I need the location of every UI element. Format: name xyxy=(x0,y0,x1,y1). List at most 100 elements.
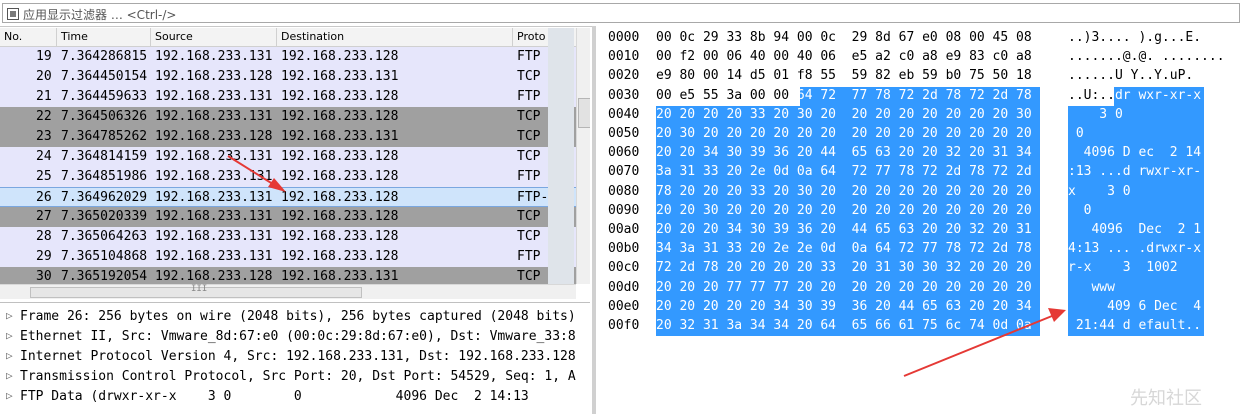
hex-bytes-row: 34 3a 31 33 20 2e 2e 0d 0a 64 72 77 78 7… xyxy=(656,241,1032,257)
hex-offset: 0040 xyxy=(608,106,640,122)
hex-offset: 0030 xyxy=(608,87,640,103)
packet-protocol: FTP xyxy=(517,49,541,64)
table-row[interactable]: 20 7.364450154 192.168.233.128 192.168.233.… xyxy=(0,67,576,87)
packet-protocol: TCP xyxy=(517,149,541,164)
table-row[interactable]: 27 7.365020339 192.168.233.131 192.168.233.… xyxy=(0,207,576,227)
hex-ascii-row: 4:13 ... .drwxr-x xyxy=(1068,241,1202,257)
display-filter-input[interactable]: 应用显示过滤器 … <Ctrl-/> xyxy=(2,3,1240,23)
packet-no: 30 xyxy=(36,269,52,284)
hex-offset: 0020 xyxy=(608,68,640,84)
hex-ascii-row: .......@.@. ........ xyxy=(1068,49,1225,65)
column-header-time[interactable]: Time xyxy=(61,30,88,43)
hex-bytes-row: 20 20 20 20 33 20 30 20 20 20 20 20 20 2… xyxy=(656,106,1032,122)
hex-ascii-row: 3 0 xyxy=(1068,106,1123,122)
packet-destination: 192.168.233.128 xyxy=(281,49,399,64)
bookmark-filter-icon[interactable] xyxy=(7,8,19,20)
packet-list-horizontal-scrollbar[interactable]: III xyxy=(0,284,576,299)
packet-time: 7.365064263 xyxy=(61,229,148,244)
table-row[interactable]: 21 7.364459633 192.168.233.131 192.168.233.… xyxy=(0,87,576,107)
column-header-destination[interactable]: Destination xyxy=(281,30,344,43)
packet-no: 28 xyxy=(36,229,52,244)
hex-bytes-row: 78 20 20 20 33 20 30 20 20 20 20 20 20 2… xyxy=(656,183,1032,199)
tree-item-ftp-data[interactable]: ▷ FTP Data (drwxr-xr-x 3 0 0 4096 Dec 2 … xyxy=(0,387,590,407)
packet-time: 7.364851986 xyxy=(61,169,148,184)
packet-source: 192.168.233.131 xyxy=(155,149,273,164)
packet-time: 7.364450154 xyxy=(61,69,148,84)
tree-item-ethernet[interactable]: ▷ Ethernet II, Src: Vmware_8d:67:e0 (00:… xyxy=(0,327,590,347)
packet-source: 192.168.233.131 xyxy=(155,109,273,124)
expand-arrow-icon[interactable]: ▷ xyxy=(6,389,13,402)
packet-time: 7.364286815 xyxy=(61,49,148,64)
packet-bytes-pane: 0000 00 0c 29 33 8b 94 00 0c 29 8d 67 e0 … xyxy=(596,26,1244,414)
column-header-protocol[interactable]: Proto xyxy=(517,30,546,43)
hex-offset: 00c0 xyxy=(608,260,640,276)
packet-destination: 192.168.233.131 xyxy=(281,69,399,84)
table-row[interactable]: 19 7.364286815 192.168.233.131 192.168.233.… xyxy=(0,47,576,67)
hex-offset: 0000 xyxy=(608,30,640,45)
display-filter-placeholder: 应用显示过滤器 … <Ctrl-/> xyxy=(23,8,177,22)
hex-ascii-row: :13 ...d rwxr-xr- xyxy=(1068,164,1202,180)
packet-source: 192.168.233.131 xyxy=(155,49,273,64)
packet-no: 20 xyxy=(36,69,52,84)
table-row[interactable]: 28 7.365064263 192.168.233.131 192.168.233.… xyxy=(0,227,576,247)
hex-ascii-row: www xyxy=(1068,279,1115,295)
tree-item-label: Frame 26: 256 bytes on wire (2048 bits),… xyxy=(20,309,576,324)
packet-source: 192.168.233.128 xyxy=(155,269,273,284)
packet-destination: 192.168.233.128 xyxy=(281,169,399,184)
expand-arrow-icon[interactable]: ▷ xyxy=(6,349,13,362)
hex-bytes-row: 20 20 20 34 30 39 36 20 44 65 63 20 20 3… xyxy=(656,222,1032,237)
hex-offset: 00e0 xyxy=(608,298,640,314)
expand-arrow-icon[interactable]: ▷ xyxy=(6,369,13,382)
packet-protocol: FTP- xyxy=(517,190,549,205)
expand-arrow-icon[interactable]: ▷ xyxy=(6,329,13,342)
tree-item-label: Transmission Control Protocol, Src Port:… xyxy=(20,369,576,384)
table-row[interactable]: 29 7.365104868 192.168.233.131 192.168.233.… xyxy=(0,247,576,267)
table-row[interactable]: 23 7.364785262 192.168.233.128 192.168.233.… xyxy=(0,127,576,147)
packet-details-pane: ▷ Frame 26: 256 bytes on wire (2048 bits… xyxy=(0,302,590,415)
column-header-no[interactable]: No. xyxy=(4,30,22,43)
packet-source: 192.168.233.131 xyxy=(155,209,273,224)
packet-time: 7.365192054 xyxy=(61,269,148,284)
column-header-source[interactable]: Source xyxy=(155,30,193,43)
packet-source: 192.168.233.128 xyxy=(155,129,273,144)
scrollbar-thumb[interactable] xyxy=(578,98,590,128)
packet-source: 192.168.233.131 xyxy=(155,190,273,205)
tree-item-tcp[interactable]: ▷ Transmission Control Protocol, Src Por… xyxy=(0,367,590,387)
tree-item-ip[interactable]: ▷ Internet Protocol Version 4, Src: 192.… xyxy=(0,347,590,367)
hex-ascii-row: 0 xyxy=(1068,202,1092,218)
tree-item-label: Internet Protocol Version 4, Src: 192.16… xyxy=(20,349,576,364)
packet-no: 21 xyxy=(36,89,52,104)
hex-bytes-row: 72 2d 78 20 20 20 20 33 20 31 30 30 32 2… xyxy=(656,260,1032,276)
hex-bytes-row: 00 f2 00 06 40 00 40 06 e5 a2 c0 a8 e9 8… xyxy=(656,49,1032,65)
hex-bytes-row: 00 0c 29 33 8b 94 00 0c 29 8d 67 e0 08 0… xyxy=(656,30,1032,45)
table-row[interactable]: 24 7.364814159 192.168.233.131 192.168.233.… xyxy=(0,147,576,167)
tree-item-frame[interactable]: ▷ Frame 26: 256 bytes on wire (2048 bits… xyxy=(0,307,590,327)
hex-ascii-row: x 3 0 xyxy=(1068,183,1131,199)
hex-offset: 00a0 xyxy=(608,222,640,237)
packet-destination: 192.168.233.128 xyxy=(281,109,399,124)
hex-ascii-row: 4096 D ec 2 14 xyxy=(1068,145,1202,161)
packet-destination: 192.168.233.128 xyxy=(281,149,399,164)
ascii-selection xyxy=(1068,125,1204,145)
packet-time: 7.364459633 xyxy=(61,89,148,104)
packet-no: 23 xyxy=(36,129,52,144)
table-row[interactable]: 22 7.364506326 192.168.233.131 192.168.233.… xyxy=(0,107,576,127)
packet-no: 19 xyxy=(36,49,52,64)
packet-protocol: TCP xyxy=(517,109,541,124)
packet-no: 24 xyxy=(36,149,52,164)
packet-destination: 192.168.233.128 xyxy=(281,249,399,264)
hex-bytes-row: 20 20 20 77 77 77 20 20 20 20 20 20 20 2… xyxy=(656,279,1032,295)
table-row[interactable]: 26 7.364962029 192.168.233.131 192.168.233.… xyxy=(0,187,576,207)
packet-protocol: TCP xyxy=(517,229,541,244)
table-row[interactable]: 25 7.364851986 192.168.233.131 192.168.233.… xyxy=(0,167,576,187)
hex-bytes-row: 20 20 20 20 20 34 30 39 36 20 44 65 63 2… xyxy=(656,298,1032,314)
expand-arrow-icon[interactable]: ▷ xyxy=(6,309,13,322)
hex-ascii-row: ..)3.... ).g...E. xyxy=(1068,30,1202,45)
hex-offset: 00f0 xyxy=(608,318,640,333)
scrollbar-thumb[interactable]: III xyxy=(30,284,362,298)
packet-list-vertical-scrollbar[interactable] xyxy=(576,28,590,284)
hex-bytes-row: 3a 31 33 20 2e 0d 0a 64 72 77 78 72 2d 7… xyxy=(656,164,1032,180)
packet-protocol: FTP xyxy=(517,249,541,264)
packet-source: 192.168.233.131 xyxy=(155,249,273,264)
hex-offset: 00d0 xyxy=(608,279,640,295)
